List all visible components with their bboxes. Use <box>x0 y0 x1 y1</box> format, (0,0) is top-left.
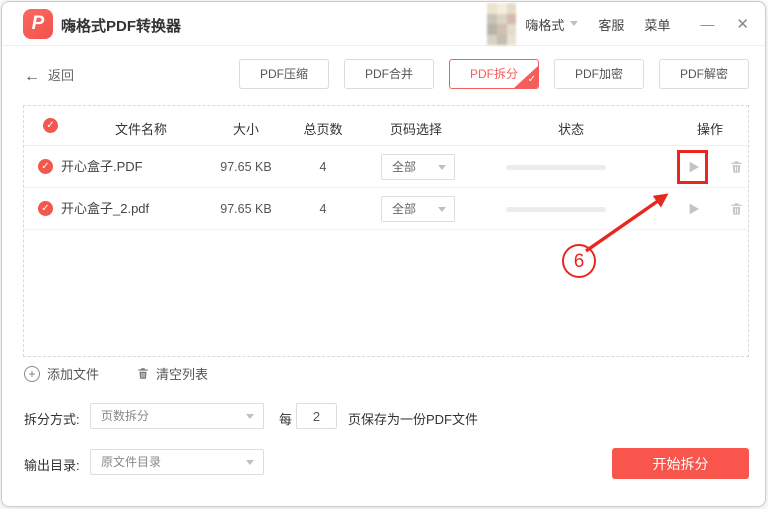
clear-list-button[interactable]: 清空列表 <box>136 364 208 383</box>
page-select-dropdown[interactable]: 全部 <box>381 154 455 180</box>
tab-pdf-split-label: PDF拆分 <box>469 67 518 81</box>
chevron-down-icon <box>570 21 579 26</box>
header-file-name: 文件名称 <box>114 122 168 137</box>
header-page-select: 页码选择 <box>389 122 443 137</box>
file-table: ✓ 文件名称 大小 总页数 页码选择 状态 操作 ✓ 开心盒子.PDF 97.6… <box>23 105 749 357</box>
table-row: ✓ 开心盒子.PDF 97.65 KB 4 全部 <box>24 146 748 188</box>
row-checkbox[interactable]: ✓ <box>38 159 53 174</box>
delete-icon[interactable] <box>729 159 744 175</box>
split-method-dropdown[interactable]: 页数拆分 <box>90 403 264 429</box>
output-dir-label: 输出目录: <box>24 458 80 473</box>
file-name: 开心盒子.PDF <box>61 159 143 174</box>
clear-list-label: 清空列表 <box>156 367 209 382</box>
page-select-value: 全部 <box>392 202 417 216</box>
back-button[interactable]: ← 返回 <box>24 65 74 86</box>
customer-service-link[interactable]: 客服 <box>598 15 624 34</box>
tab-pdf-merge[interactable]: PDF合并 <box>344 59 434 89</box>
pages-per-file-suffix: 页保存为一份PDF文件 <box>348 412 479 427</box>
menu-link[interactable]: 菜单 <box>644 15 670 34</box>
page-select-dropdown[interactable]: 全部 <box>381 196 455 222</box>
close-button[interactable]: ✕ <box>736 15 749 33</box>
tab-pdf-split[interactable]: PDF拆分 ✓ <box>449 59 539 89</box>
chevron-down-icon <box>246 414 254 419</box>
split-method-label: 拆分方式: <box>24 412 80 427</box>
progress-bar <box>506 165 606 170</box>
play-button[interactable] <box>685 159 701 175</box>
file-size: 97.65 KB <box>220 202 272 216</box>
app-window: P 嗨格式PDF转换器 嗨格式 客服 菜单 — ✕ ← 返回 PDF压缩 PDF合… <box>1 1 766 507</box>
file-pages: 4 <box>319 160 327 174</box>
table-header: ✓ 文件名称 大小 总页数 页码选择 状态 操作 <box>24 106 748 146</box>
progress-bar <box>506 207 606 212</box>
table-row: ✓ 开心盒子_2.pdf 97.65 KB 4 全部 <box>24 188 748 230</box>
chevron-down-icon <box>438 165 446 170</box>
trash-icon <box>138 368 148 379</box>
row-checkbox[interactable]: ✓ <box>38 201 53 216</box>
pages-per-file-input[interactable] <box>296 403 337 429</box>
chevron-down-icon <box>438 207 446 212</box>
title-bar: P 嗨格式PDF转换器 嗨格式 客服 菜单 — ✕ <box>2 2 765 46</box>
every-label: 每 <box>279 412 293 427</box>
split-method-value: 页数拆分 <box>101 409 150 423</box>
header-status: 状态 <box>557 122 585 137</box>
add-file-label: 添加文件 <box>47 367 100 382</box>
output-dir-value: 原文件目录 <box>101 455 162 469</box>
tab-pdf-encrypt[interactable]: PDF加密 <box>554 59 644 89</box>
tab-pdf-compress[interactable]: PDF压缩 <box>239 59 329 89</box>
start-split-button[interactable]: 开始拆分 <box>612 448 749 479</box>
delete-icon[interactable] <box>729 201 744 217</box>
add-file-button[interactable]: + 添加文件 <box>24 364 99 383</box>
page-select-value: 全部 <box>392 160 417 174</box>
chevron-down-icon <box>246 460 254 465</box>
avatar[interactable] <box>487 3 517 45</box>
file-size: 97.65 KB <box>220 160 272 174</box>
back-label: 返回 <box>48 68 75 83</box>
header-operation: 操作 <box>696 122 724 137</box>
tab-pdf-decrypt[interactable]: PDF解密 <box>659 59 749 89</box>
app-logo-icon: P <box>23 9 53 39</box>
output-dir-dropdown[interactable]: 原文件目录 <box>90 449 264 475</box>
file-name: 开心盒子_2.pdf <box>61 201 150 216</box>
header-total-pages: 总页数 <box>303 122 343 137</box>
file-pages: 4 <box>319 202 327 216</box>
check-icon: ✓ <box>527 74 536 85</box>
play-button[interactable] <box>685 201 701 217</box>
back-arrow-icon: ← <box>24 68 40 85</box>
account-name[interactable]: 嗨格式 <box>525 15 564 34</box>
minimize-button[interactable]: — <box>700 16 714 32</box>
select-all-checkbox[interactable]: ✓ <box>43 118 58 133</box>
app-title: 嗨格式PDF转换器 <box>61 18 182 35</box>
header-size: 大小 <box>232 122 260 137</box>
plus-circle-icon: + <box>24 365 40 382</box>
